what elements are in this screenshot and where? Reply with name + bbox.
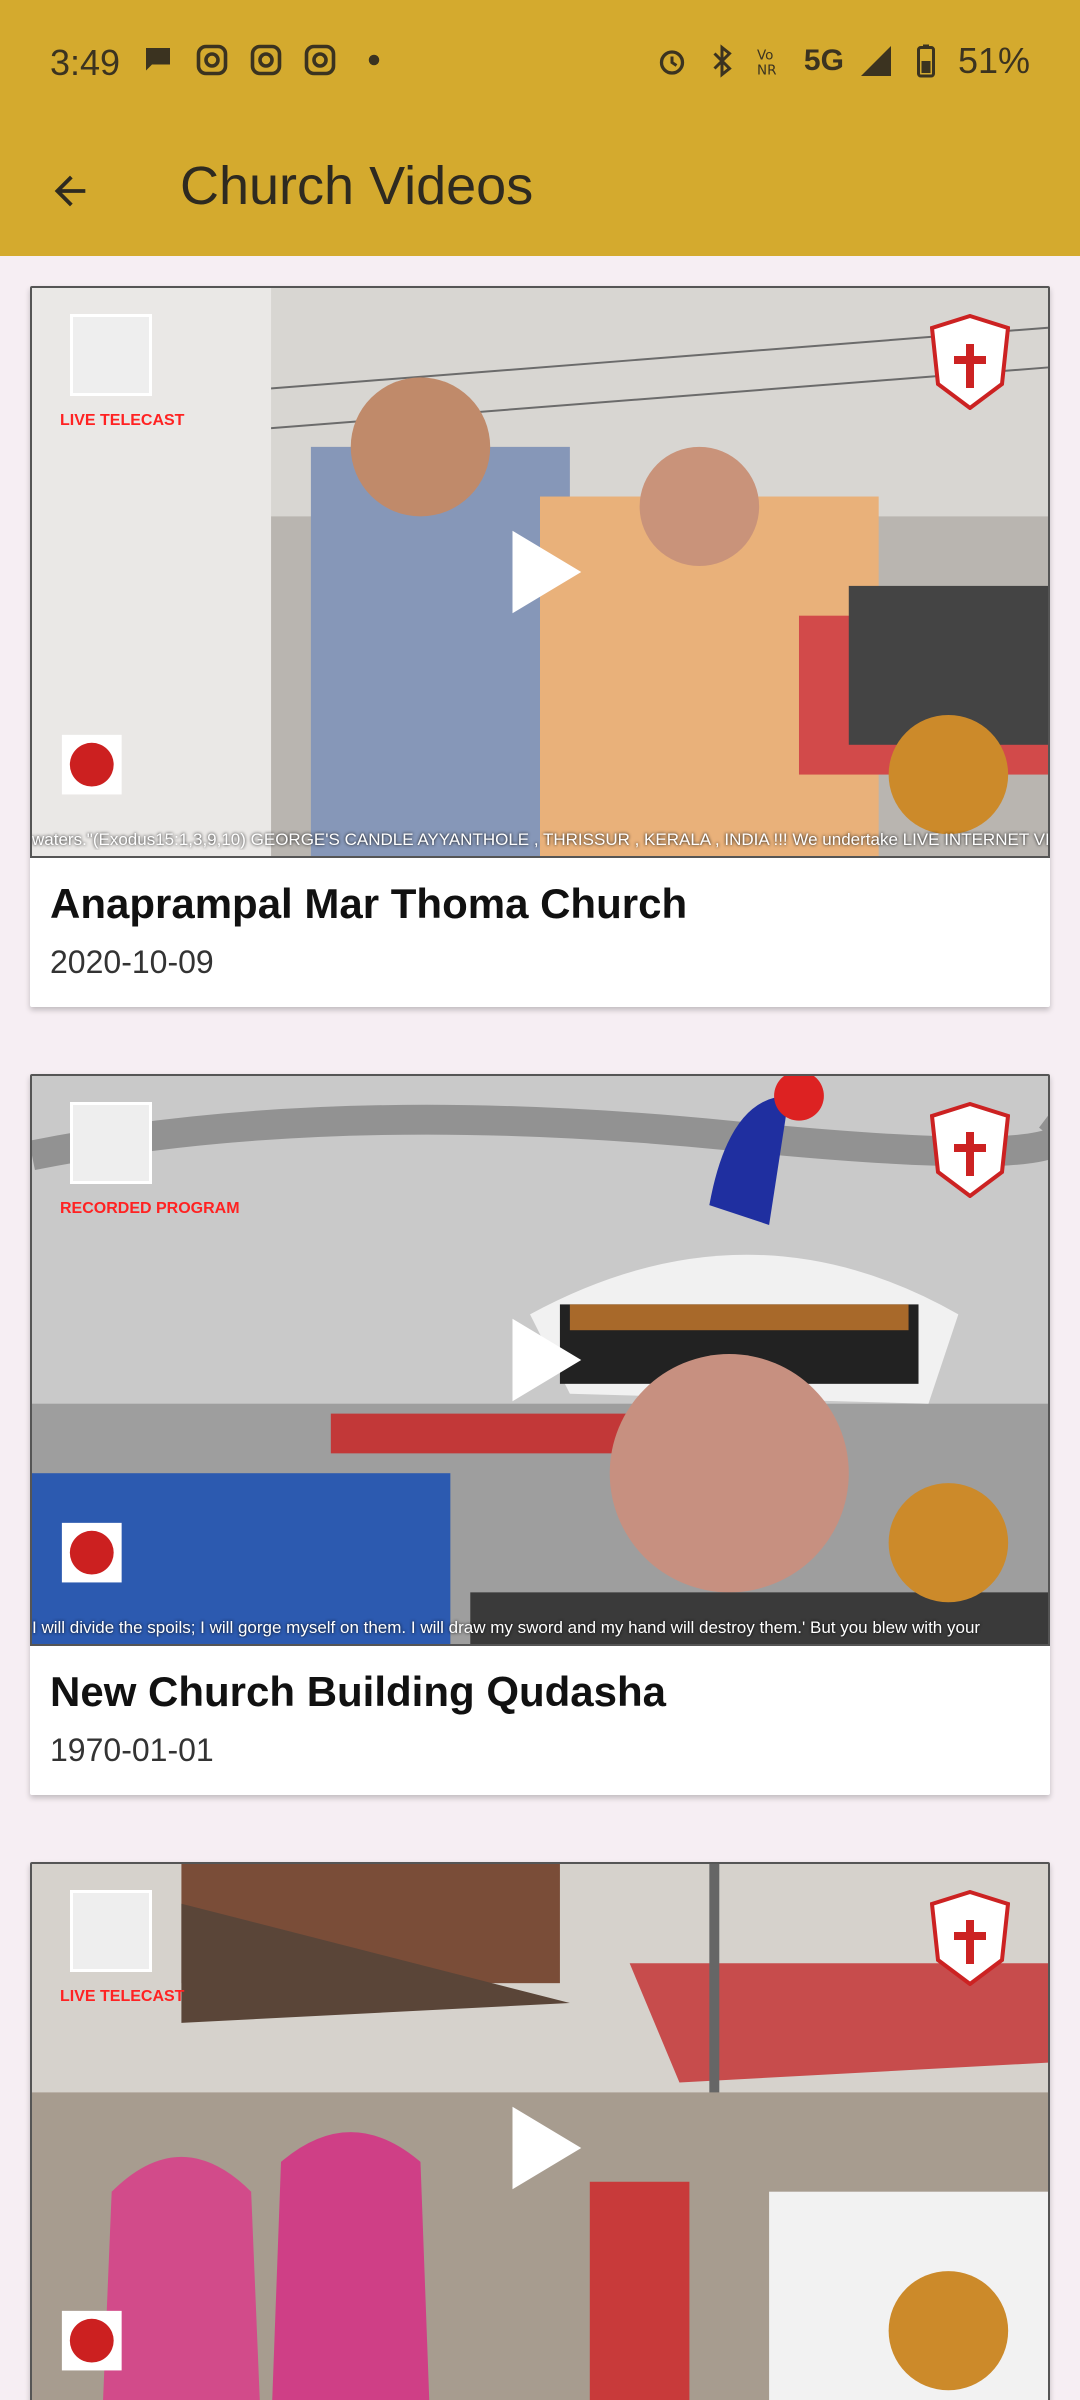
app-bar: 3:49 Vo NR 5G 51% Church Videos xyxy=(0,0,1080,256)
dot-icon xyxy=(368,54,380,66)
overlay-label: LIVE TELECAST xyxy=(60,1988,185,2005)
volte-icon: VoNR xyxy=(757,48,776,79)
notification-icons xyxy=(140,42,392,78)
arrow-back-icon xyxy=(54,175,86,207)
video-card[interactable]: LIVE TELECAST waters."(Exodus15:1,3,9,10… xyxy=(30,286,1050,1007)
bluetooth-icon xyxy=(713,44,732,78)
signal-icon xyxy=(860,46,891,76)
toolbar: Church Videos xyxy=(0,125,1080,256)
video-title: New Church Building Qudasha xyxy=(50,1668,667,1715)
back-button[interactable] xyxy=(30,151,110,231)
video-thumbnail[interactable]: RECORDED PROGRAM I will divide the spoil… xyxy=(30,1074,1050,1646)
instagram-icon xyxy=(196,44,228,76)
qr-code-logo xyxy=(70,1890,152,1972)
battery-icon xyxy=(916,44,935,78)
video-meta: New Church Building Qudasha 1970-01-01 xyxy=(30,1646,1050,1795)
network-type: 5G xyxy=(803,44,844,77)
video-ticker: I will divide the spoils; I will gorge m… xyxy=(32,1618,981,1637)
play-icon[interactable] xyxy=(485,1305,595,1415)
church-emblem-logo xyxy=(930,314,1010,410)
instagram-icon xyxy=(304,44,336,76)
church-emblem-logo xyxy=(930,1102,1010,1198)
video-meta: Anaprampal Mar Thoma Church 2020-10-09 xyxy=(30,858,1050,1007)
play-icon[interactable] xyxy=(485,517,595,627)
overlay-label: LIVE TELECAST xyxy=(60,412,185,429)
svg-text:Vo: Vo xyxy=(757,48,773,64)
video-card[interactable]: RECORDED PROGRAM I will divide the spoil… xyxy=(30,1074,1050,1795)
page-title: Church Videos xyxy=(180,156,534,216)
video-thumbnail[interactable]: LIVE TELECAST waters."(Exodus15:1,3,9,10… xyxy=(30,286,1050,858)
alarm-icon xyxy=(659,50,685,75)
svg-text:NR: NR xyxy=(757,63,776,79)
video-thumbnail[interactable]: LIVE TELECAST xyxy=(30,1862,1050,2400)
status-time: 3:49 xyxy=(50,42,121,83)
play-icon[interactable] xyxy=(485,2093,595,2203)
chat-icon xyxy=(146,48,170,71)
battery-percent: 51% xyxy=(957,40,1030,81)
instagram-icon xyxy=(250,44,282,76)
church-emblem-logo xyxy=(930,1890,1010,1986)
video-date: 2020-10-09 xyxy=(50,944,214,980)
status-bar: 3:49 Vo NR 5G 51% xyxy=(0,0,1080,125)
system-icons: Vo NR 5G 51% xyxy=(654,40,1030,82)
video-ticker: waters."(Exodus15:1,3,9,10) GEORGE'S CAN… xyxy=(32,830,1048,849)
video-date: 1970-01-01 xyxy=(50,1732,214,1768)
overlay-label: RECORDED PROGRAM xyxy=(60,1200,240,1217)
qr-code-logo xyxy=(70,314,152,396)
video-card[interactable]: LIVE TELECAST xyxy=(30,1862,1050,2400)
video-title: Anaprampal Mar Thoma Church xyxy=(50,880,688,927)
qr-code-logo xyxy=(70,1102,152,1184)
